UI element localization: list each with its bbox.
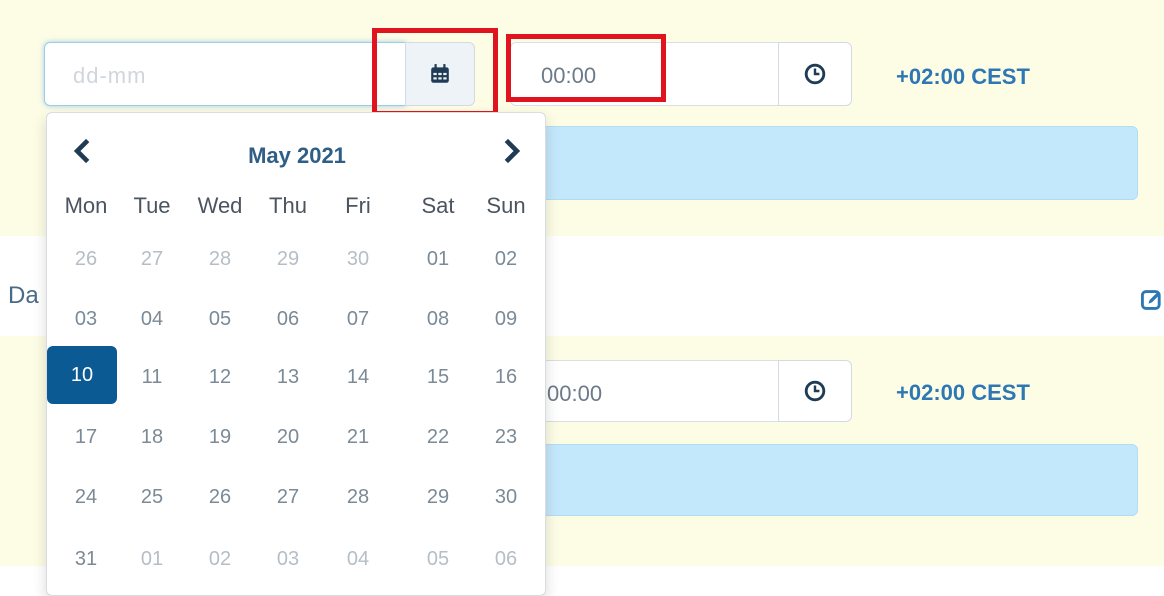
time-button-2[interactable]: [778, 360, 852, 422]
clock-icon: [804, 380, 826, 402]
calendar-day[interactable]: 06: [255, 291, 321, 347]
time-button[interactable]: [778, 42, 852, 106]
calendar-day[interactable]: 26: [187, 469, 253, 525]
time-input-highlight: [506, 34, 666, 102]
calendar-day[interactable]: 07: [325, 291, 391, 347]
calendar-day[interactable]: 28: [325, 469, 391, 525]
calendar-day[interactable]: 29: [255, 231, 321, 287]
date-input[interactable]: dd-mm: [44, 42, 406, 106]
time-value-2: 00:00: [547, 381, 603, 406]
calendar-day[interactable]: 25: [119, 469, 185, 525]
calendar-day[interactable]: 03: [255, 531, 321, 587]
calendar-month-title[interactable]: May 2021: [47, 143, 547, 169]
calendar-day[interactable]: 30: [473, 469, 539, 525]
calendar-day[interactable]: 06: [473, 531, 539, 587]
calendar-day[interactable]: 10: [47, 346, 117, 404]
calendar-day[interactable]: 05: [187, 291, 253, 347]
calendar-day[interactable]: 20: [255, 409, 321, 465]
clock-icon: [804, 63, 826, 85]
calendar-day[interactable]: 16: [473, 349, 539, 405]
weekday-header: Sat: [421, 193, 455, 218]
calendar-day[interactable]: 02: [473, 231, 539, 287]
chevron-right-icon[interactable]: [499, 137, 523, 165]
calendar-day[interactable]: 01: [405, 231, 471, 287]
calendar-day[interactable]: 12: [187, 349, 253, 405]
calendar-day[interactable]: 29: [405, 469, 471, 525]
calendar-day[interactable]: 31: [53, 531, 119, 587]
top-info-bar: [540, 126, 1138, 200]
calendar-day[interactable]: 01: [119, 531, 185, 587]
calendar-day[interactable]: 27: [119, 231, 185, 287]
calendar-day[interactable]: 26: [53, 231, 119, 287]
calendar-day[interactable]: 17: [53, 409, 119, 465]
weekday-header: Sun: [486, 193, 526, 218]
calendar-day[interactable]: 09: [473, 291, 539, 347]
timezone-label-2: +02:00 CEST: [896, 380, 1030, 405]
page: dd-mm 00:00 +02:00 CEST Da 00:00 +02:00 …: [0, 0, 1164, 596]
edit-icon[interactable]: [1140, 288, 1164, 312]
calendar-day[interactable]: 08: [405, 291, 471, 347]
calendar-day[interactable]: 28: [187, 231, 253, 287]
calendar-day[interactable]: 15: [405, 349, 471, 405]
calendar-day[interactable]: 13: [255, 349, 321, 405]
weekday-header: Fri: [345, 193, 371, 218]
time-input-2[interactable]: 00:00: [520, 360, 780, 422]
weekday-header: Mon: [64, 193, 108, 218]
calendar-day[interactable]: 14: [325, 349, 391, 405]
weekday-header: Wed: [197, 193, 243, 218]
calendar-day[interactable]: 22: [405, 409, 471, 465]
calendar-day[interactable]: 27: [255, 469, 321, 525]
calendar-day[interactable]: 19: [187, 409, 253, 465]
calendar-day[interactable]: 24: [53, 469, 119, 525]
calendar-day[interactable]: 03: [53, 291, 119, 347]
calendar-day[interactable]: 18: [119, 409, 185, 465]
calendar-day[interactable]: 23: [473, 409, 539, 465]
calendar-day[interactable]: 02: [187, 531, 253, 587]
datepicker-popup: May 2021 Mon Tue Wed Thu Fri Sat Sun 26 2…: [46, 112, 546, 596]
bottom-info-bar: [540, 444, 1138, 516]
calendar-day[interactable]: 05: [405, 531, 471, 587]
weekday-header: Tue: [133, 193, 171, 218]
section-label: Da: [8, 282, 39, 309]
timezone-label: +02:00 CEST: [896, 64, 1030, 89]
calendar-day[interactable]: 11: [119, 349, 185, 405]
calendar-day[interactable]: 04: [325, 531, 391, 587]
weekday-header: Thu: [269, 193, 307, 218]
calendar-day[interactable]: 04: [119, 291, 185, 347]
date-placeholder: dd-mm: [73, 63, 147, 88]
calendar-button-highlight: [372, 28, 498, 116]
calendar-day[interactable]: 30: [325, 231, 391, 287]
calendar-day[interactable]: 21: [325, 409, 391, 465]
